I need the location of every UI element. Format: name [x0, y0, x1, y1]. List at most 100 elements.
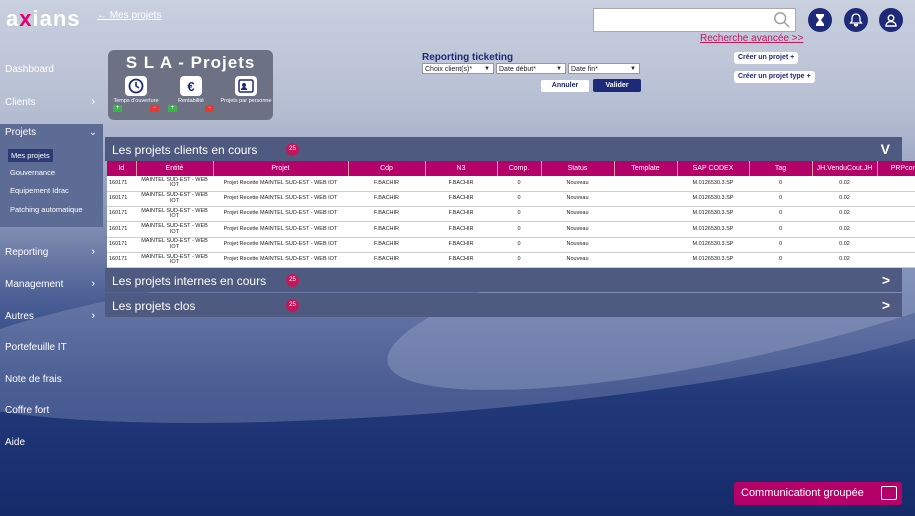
advanced-search-link[interactable]: Recherche avancée >>	[700, 33, 803, 44]
kpi-temps-ouverture[interactable]: Temps d'ouverture + -	[110, 75, 162, 117]
col-header[interactable]: Projet	[213, 161, 349, 176]
table-cell: 0	[749, 176, 812, 192]
table-cell: MAINTEL SUD-EST - WEB IOT	[136, 206, 213, 223]
chevron-right-icon[interactable]: >	[882, 297, 890, 313]
user-icon[interactable]	[879, 8, 903, 32]
col-header[interactable]: Comp.	[497, 161, 542, 176]
table-cell: F.BACHIR	[348, 191, 425, 208]
table-cell	[614, 252, 677, 269]
chevron-down-icon: ⌄	[88, 127, 97, 138]
sidebar-sub-patching-automatique[interactable]: Patching automatique	[10, 205, 83, 214]
communication-groupee-button[interactable]: Communicationt groupée	[734, 482, 902, 505]
valider-button[interactable]: Valider	[593, 79, 641, 92]
chevron-down-icon[interactable]: V	[881, 141, 890, 157]
panel-projets-clients[interactable]: Les projets clients en cours 25 V	[105, 137, 902, 161]
table-cell: F.BACHIR	[348, 252, 425, 269]
table-cell: Projet Recette MAINTEL SUD-EST - WEB IOT	[213, 237, 348, 253]
table-cell: 0.02	[812, 176, 877, 192]
sidebar-group-projets: Projets ⌄ Mes projets Gouvernance Equipem…	[0, 124, 103, 227]
table-header-row: Id Entité Projet Cdp N3 Comp. Status Tem…	[107, 161, 915, 176]
sidebar-sub-gouvernance[interactable]: Gouvernance	[10, 168, 55, 177]
table-cell: Nouveau	[541, 176, 614, 192]
sidebar-item-aide[interactable]: Aide	[5, 437, 97, 448]
sidebar-item-portefeuille-it[interactable]: Portefeuille IT	[5, 342, 97, 353]
col-header[interactable]: JH.VenduCout.JH	[812, 161, 878, 176]
table-row[interactable]: 160171 MAINTEL SUD-EST - WEB IOT Projet Re…	[107, 252, 915, 269]
panel-projets-clos[interactable]: Les projets clos 25 >	[105, 293, 902, 317]
panel-projets-internes[interactable]: Les projets internes en cours 25 >	[105, 268, 902, 292]
table-cell: M.0126530.3.SP	[677, 176, 749, 192]
minus-button[interactable]: -	[150, 105, 159, 112]
table-row[interactable]: 160171 MAINTEL SUD-EST - WEB IOT Projet Re…	[107, 191, 915, 208]
table-cell	[877, 191, 915, 208]
sidebar-item-dashboard[interactable]: Dashboard	[5, 64, 97, 75]
chat-icon	[881, 486, 897, 500]
plus-button[interactable]: +	[168, 105, 177, 112]
sidebar-item-autres[interactable]: Autres ›	[5, 310, 97, 322]
sidebar-sub-mes-projets[interactable]: Mes projets	[8, 149, 53, 162]
table-cell: 0	[749, 206, 812, 223]
kpi-rentabilite[interactable]: € Rentabilité + -	[165, 75, 217, 117]
hourglass-icon[interactable]	[808, 8, 832, 32]
annuler-button[interactable]: Annuler	[541, 80, 589, 92]
table-cell: M.0126530.3.SP	[677, 191, 749, 208]
col-header[interactable]: Status	[541, 161, 615, 176]
bell-icon[interactable]	[844, 8, 868, 32]
table-row[interactable]: 160171 MAINTEL SUD-EST - WEB IOT Projet Re…	[107, 176, 915, 192]
table-row[interactable]: 160171 MAINTEL SUD-EST - WEB IOT Projet Re…	[107, 206, 915, 223]
date-fin-select[interactable]: Date fin* ▼	[568, 63, 640, 74]
table-cell: 0	[497, 252, 541, 269]
col-header[interactable]: PRPcom	[877, 161, 915, 176]
sidebar-item-coffre-fort[interactable]: Coffre fort	[5, 405, 97, 416]
sidebar-item-reporting[interactable]: Reporting ›	[5, 246, 97, 258]
table-cell: 160171	[107, 176, 136, 192]
client-select[interactable]: Choix client(s)* ▼	[422, 63, 494, 74]
table-cell: F.BACHIR	[425, 221, 497, 238]
table-cell: F.BACHIR	[348, 206, 425, 223]
breadcrumb-mes-projets[interactable]: ← Mes projets	[97, 10, 161, 21]
table-cell: 0	[749, 252, 812, 269]
create-project-button[interactable]: Créer un projet +	[734, 52, 799, 64]
table-cell: Projet Recette MAINTEL SUD-EST - WEB IOT	[213, 206, 348, 223]
sidebar-item-projets[interactable]: Projets ⌄	[5, 127, 97, 138]
table-row[interactable]: 160171 MAINTEL SUD-EST - WEB IOT Projet Re…	[107, 237, 915, 253]
clock-icon	[125, 76, 147, 96]
count-badge: 25	[286, 274, 299, 287]
table-cell: 160171	[107, 206, 136, 223]
table-cell	[877, 176, 915, 192]
col-header[interactable]: SAP CODEX	[677, 161, 750, 176]
create-project-type-button[interactable]: Créer un projet type +	[734, 71, 815, 83]
plus-button[interactable]: +	[113, 105, 122, 112]
table-cell: M.0126530.3.SP	[677, 206, 749, 223]
chevron-right-icon[interactable]: >	[882, 272, 890, 288]
date-debut-select[interactable]: Date début* ▼	[496, 63, 566, 74]
col-header[interactable]: N3	[425, 161, 498, 176]
caret-down-icon: ▼	[630, 66, 636, 72]
chevron-right-icon: ›	[91, 278, 95, 290]
table-row[interactable]: 160171 MAINTEL SUD-EST - WEB IOT Projet Re…	[107, 221, 915, 238]
table-cell	[614, 221, 677, 238]
col-header[interactable]: Cdp	[348, 161, 426, 176]
search-icon[interactable]	[773, 11, 791, 29]
col-header[interactable]: Template	[614, 161, 678, 176]
table-cell: Nouveau	[541, 206, 614, 223]
table-cell	[614, 237, 677, 253]
sidebar-item-management[interactable]: Management ›	[5, 278, 97, 290]
minus-button[interactable]: -	[205, 105, 214, 112]
sidebar-sub-equipement-idrac[interactable]: Equipement Idrac	[10, 186, 69, 195]
sidebar-item-note-de-frais[interactable]: Note de frais	[5, 374, 97, 385]
col-header[interactable]: Id	[107, 161, 137, 176]
table-cell: 0	[497, 176, 541, 192]
table-cell: MAINTEL SUD-EST - WEB IOT	[136, 252, 213, 269]
caret-down-icon: ▼	[556, 66, 562, 72]
search-input[interactable]	[593, 8, 796, 32]
kpi-projets-par-personne[interactable]: Projets par personne	[220, 75, 272, 117]
table-cell: F.BACHIR	[348, 176, 425, 192]
col-header[interactable]: Tag	[749, 161, 813, 176]
sidebar-item-clients[interactable]: Clients ›	[5, 96, 97, 108]
table-cell: Projet Recette MAINTEL SUD-EST - WEB IOT	[213, 221, 348, 238]
table-cell: 0.02	[812, 221, 877, 238]
count-badge: 25	[286, 299, 299, 312]
table-cell: 0.02	[812, 252, 877, 269]
col-header[interactable]: Entité	[136, 161, 214, 176]
